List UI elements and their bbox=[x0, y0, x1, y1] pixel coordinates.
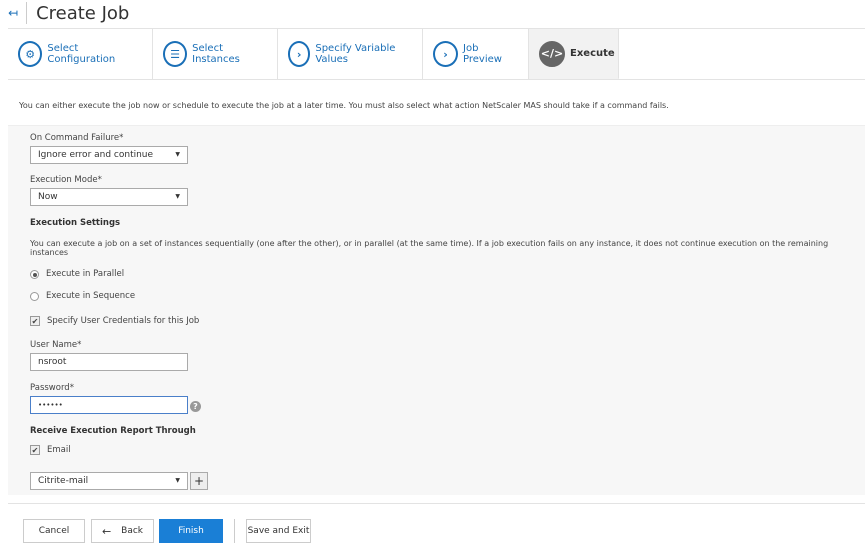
tab-specify-variable-values[interactable]: › Specify Variable Values bbox=[278, 29, 423, 79]
execution-settings-heading: Execution Settings bbox=[30, 218, 121, 228]
tab-execute[interactable]: </> Execute bbox=[529, 29, 619, 79]
radio-execute-sequence[interactable]: Execute in Sequence bbox=[30, 291, 135, 301]
on-command-failure-select[interactable]: Ignore error and continue bbox=[30, 146, 188, 164]
tab-label: Specify Variable Values bbox=[315, 43, 396, 65]
tab-label: Execute bbox=[570, 48, 615, 59]
user-name-label: User Name* bbox=[30, 340, 82, 350]
email-checkbox[interactable]: ✔ Email bbox=[30, 445, 71, 455]
check-icon: ✔ bbox=[30, 316, 40, 326]
wizard-tabs: ⚙ Select Configuration ☰ Select Instances … bbox=[8, 28, 865, 80]
checkbox-label: Specify User Credentials for this Job bbox=[47, 316, 200, 326]
radio-execute-parallel[interactable]: Execute in Parallel bbox=[30, 269, 124, 279]
radio-label: Execute in Sequence bbox=[46, 291, 136, 301]
radio-unselected bbox=[30, 291, 39, 301]
plus-icon: + bbox=[193, 474, 205, 488]
page-title: Create Job bbox=[36, 2, 130, 24]
password-input[interactable]: •••••• bbox=[30, 396, 188, 414]
radio-selected bbox=[30, 269, 39, 279]
tab-select-instances[interactable]: ☰ Select Instances bbox=[153, 29, 278, 79]
select-value: Citrite-mail bbox=[38, 476, 89, 486]
back-button[interactable]: ← Back bbox=[91, 519, 154, 543]
checkbox-label: Email bbox=[47, 445, 71, 455]
header: ↤ Create Job bbox=[0, 0, 865, 26]
help-icon[interactable]: ? bbox=[190, 401, 201, 412]
tab-label: Job Preview bbox=[463, 43, 502, 65]
code-icon: </> bbox=[539, 40, 565, 67]
arrow-left-icon: ← bbox=[101, 524, 112, 538]
execution-mode-select[interactable]: Now bbox=[30, 188, 188, 206]
credentials-checkbox[interactable]: ✔ Specify User Credentials for this Job bbox=[30, 316, 199, 326]
add-mail-profile-button[interactable]: + bbox=[190, 472, 208, 490]
save-and-exit-button[interactable]: Save and Exit bbox=[246, 519, 311, 543]
cancel-button[interactable]: Cancel bbox=[23, 519, 85, 543]
failure-label: On Command Failure* bbox=[30, 133, 124, 143]
finish-button[interactable]: Finish bbox=[159, 519, 223, 543]
chevron-right-icon: › bbox=[288, 41, 311, 67]
select-value: Ignore error and continue bbox=[38, 150, 154, 160]
footer: Cancel ← Back Finish Save and Exit bbox=[8, 503, 865, 543]
execute-form: On Command Failure* Ignore error and con… bbox=[8, 125, 865, 495]
chevron-right-icon: › bbox=[433, 41, 459, 67]
gear-icon: ⚙ bbox=[18, 41, 43, 67]
password-label: Password* bbox=[30, 383, 74, 393]
tab-job-preview[interactable]: › Job Preview bbox=[423, 29, 529, 79]
radio-label: Execute in Parallel bbox=[46, 269, 125, 279]
tab-label: Select Instances bbox=[192, 43, 240, 65]
mode-label: Execution Mode* bbox=[30, 175, 102, 185]
user-name-input[interactable]: nsroot bbox=[30, 353, 188, 371]
tab-label: Select Configuration bbox=[47, 43, 116, 65]
tab-select-configuration[interactable]: ⚙ Select Configuration bbox=[8, 29, 153, 79]
back-arrow-icon[interactable]: ↤ bbox=[8, 6, 18, 20]
server-icon: ☰ bbox=[163, 41, 188, 67]
divider bbox=[234, 519, 235, 543]
report-heading: Receive Execution Report Through bbox=[30, 426, 196, 436]
check-icon: ✔ bbox=[30, 445, 40, 455]
intro-text: You can either execute the job now or sc… bbox=[19, 101, 669, 110]
execution-settings-description: You can execute a job on a set of instan… bbox=[30, 239, 829, 257]
mail-profile-select[interactable]: Citrite-mail bbox=[30, 472, 188, 490]
select-value: Now bbox=[38, 192, 58, 202]
divider bbox=[26, 2, 28, 24]
button-label: Back bbox=[121, 526, 144, 536]
